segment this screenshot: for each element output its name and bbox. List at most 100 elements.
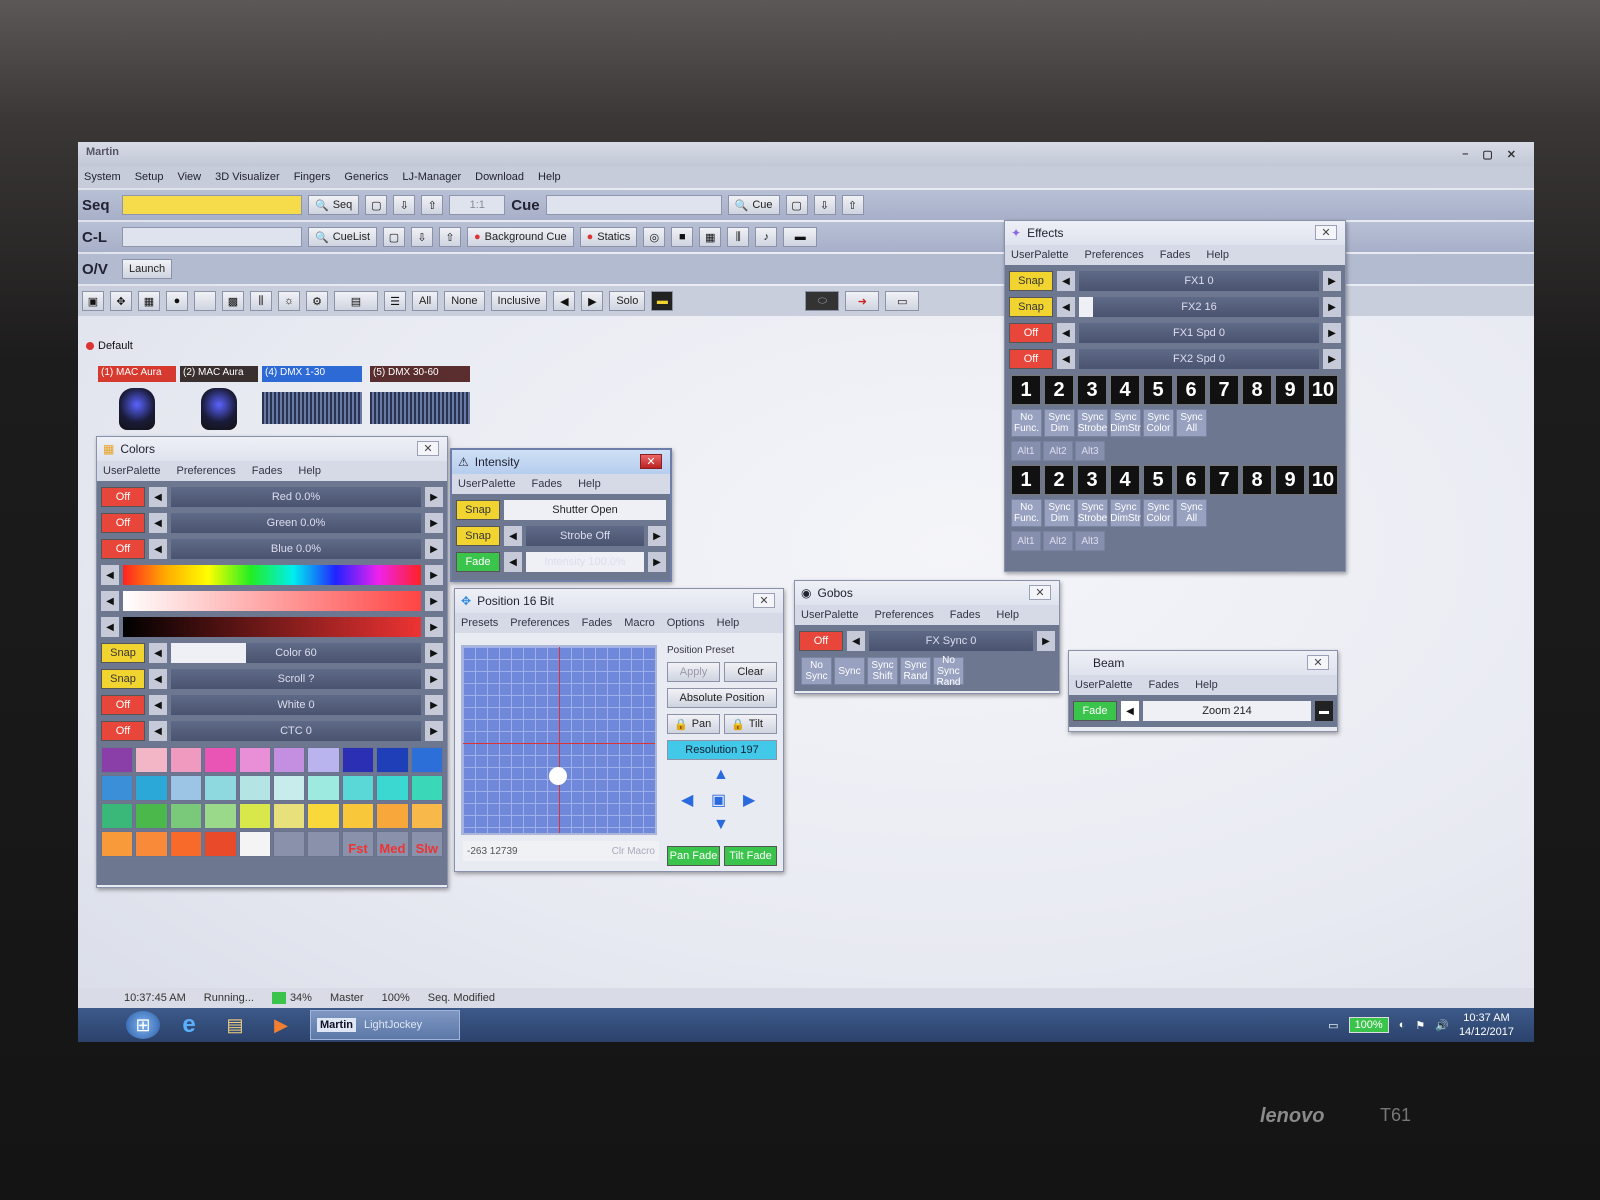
zoom-narrow-icon[interactable]: ▬ bbox=[1315, 701, 1333, 721]
left-arrow-icon[interactable]: ◀ bbox=[1057, 323, 1075, 343]
color-swatch[interactable] bbox=[341, 747, 375, 773]
move-icon[interactable]: ✥ bbox=[110, 291, 132, 311]
menu-preferences[interactable]: Preferences bbox=[176, 465, 235, 477]
highlight-icon[interactable]: ▬ bbox=[651, 291, 674, 311]
color-swatch[interactable] bbox=[273, 803, 306, 829]
color-swatch[interactable] bbox=[273, 775, 306, 801]
menu-help[interactable]: Help bbox=[1195, 679, 1218, 691]
menu-help[interactable]: Help bbox=[578, 478, 601, 490]
fixture-mac-aura-1[interactable]: (1) MAC Aura bbox=[98, 366, 176, 436]
fx-sync-button[interactable]: Sync All bbox=[1176, 499, 1207, 527]
intensity-slider[interactable]: Intensity 100.0% bbox=[526, 552, 644, 572]
blank-icon[interactable] bbox=[194, 291, 216, 311]
tray-volume-icon[interactable]: 🔊 bbox=[1435, 1019, 1449, 1032]
fx2-speed-toggle[interactable]: Off bbox=[1009, 349, 1053, 369]
right-arrow-icon[interactable]: ▶ bbox=[425, 669, 443, 689]
no-sync-rand-button[interactable]: No Sync Rand bbox=[933, 655, 964, 688]
white-slider[interactable]: White 0 bbox=[171, 695, 421, 715]
fx-sync-button[interactable]: Sync DimStr bbox=[1110, 409, 1141, 437]
fx-number-button[interactable]: 2 bbox=[1044, 465, 1074, 495]
select-all-button[interactable]: All bbox=[412, 291, 439, 311]
menu-preferences[interactable]: Preferences bbox=[510, 617, 569, 629]
fx-sync-button[interactable]: Sync Strobe bbox=[1077, 499, 1108, 527]
left-arrow-icon[interactable]: ◀ bbox=[847, 631, 865, 651]
fx-alt-button[interactable]: Alt3 bbox=[1075, 441, 1105, 461]
fx-alt-button[interactable]: Alt2 bbox=[1043, 531, 1073, 551]
left-arrow-icon[interactable]: ◀ bbox=[101, 591, 119, 611]
color-swatch[interactable] bbox=[135, 747, 168, 773]
right-arrow-icon[interactable]: ▶ bbox=[425, 487, 443, 507]
left-arrow-icon[interactable]: ◀ bbox=[101, 565, 119, 585]
save-icon[interactable]: ⇧ bbox=[421, 195, 444, 215]
fx-number-button[interactable]: 4 bbox=[1110, 465, 1140, 495]
new-cue-icon[interactable]: ▢ bbox=[785, 195, 808, 215]
blue-toggle[interactable]: Off bbox=[101, 539, 145, 559]
arrow-left-icon[interactable]: ◀ bbox=[681, 790, 693, 810]
tilt-fade-button[interactable]: Tilt Fade bbox=[724, 846, 777, 866]
fx-number-button[interactable]: 7 bbox=[1209, 465, 1239, 495]
fx-number-button[interactable]: 10 bbox=[1308, 375, 1338, 405]
midi-icon[interactable]: ♪ bbox=[755, 227, 778, 247]
menu-options[interactable]: Options bbox=[667, 617, 705, 629]
color-swatch[interactable] bbox=[410, 747, 443, 773]
position-titlebar[interactable]: ✥ Position 16 Bit bbox=[455, 589, 783, 613]
beam-titlebar[interactable]: Beam bbox=[1069, 651, 1337, 675]
menu-help[interactable]: Help bbox=[298, 465, 321, 477]
fx-number-button[interactable]: 8 bbox=[1242, 375, 1272, 405]
color-swatch[interactable] bbox=[341, 803, 375, 829]
arrow-icon[interactable]: ➜ bbox=[845, 291, 880, 311]
load-cuelist-icon[interactable]: ⇩ bbox=[411, 227, 433, 247]
grid-icon[interactable]: ▦ bbox=[699, 227, 722, 247]
menu-userpalette[interactable]: UserPalette bbox=[458, 478, 515, 490]
fixture-dmx-1-30[interactable]: (4) DMX 1-30 bbox=[262, 366, 362, 436]
menu-fades[interactable]: Fades bbox=[1160, 249, 1191, 261]
pan-lock-button[interactable]: 🔒 Pan bbox=[667, 714, 720, 734]
close-button[interactable]: ✕ bbox=[1507, 148, 1516, 161]
pan-fade-button[interactable]: Pan Fade bbox=[667, 846, 720, 866]
menu-fades[interactable]: Fades bbox=[531, 478, 562, 490]
default-tab[interactable]: Default bbox=[86, 340, 133, 352]
lightjockey-task[interactable]: Martin LightJockey bbox=[310, 1010, 460, 1040]
fx-number-button[interactable]: 4 bbox=[1110, 375, 1140, 405]
right-arrow-icon[interactable]: ▶ bbox=[425, 695, 443, 715]
right-arrow-icon[interactable]: ▶ bbox=[648, 552, 666, 572]
color-swatch[interactable] bbox=[238, 775, 271, 801]
fx1-toggle[interactable]: Snap bbox=[1009, 271, 1053, 291]
scroll-slider[interactable]: Scroll ? bbox=[171, 669, 421, 689]
color-swatch[interactable] bbox=[101, 803, 134, 829]
color-swatch[interactable] bbox=[307, 803, 340, 829]
fx-number-button[interactable]: 9 bbox=[1275, 465, 1305, 495]
fx-number-button[interactable]: 1 bbox=[1011, 375, 1041, 405]
color-swatch[interactable] bbox=[376, 775, 409, 801]
fx-sync-button[interactable]: No Func. bbox=[1011, 409, 1042, 437]
left-arrow-icon[interactable]: ◀ bbox=[101, 617, 119, 637]
new-cuelist-icon[interactable]: ▢ bbox=[383, 227, 405, 247]
close-icon[interactable]: ✕ bbox=[1307, 655, 1329, 670]
solo-button[interactable]: Solo bbox=[609, 291, 646, 311]
left-arrow-icon[interactable]: ◀ bbox=[1057, 271, 1075, 291]
sun-icon[interactable]: ☼ bbox=[278, 291, 300, 311]
apply-button[interactable]: Apply bbox=[667, 662, 720, 682]
background-cue-button[interactable]: ● Background Cue bbox=[467, 227, 574, 247]
clr-macro-button[interactable]: Clr Macro bbox=[612, 846, 655, 857]
close-icon[interactable]: ✕ bbox=[640, 454, 662, 469]
fx-sync-button[interactable]: Sync Dim bbox=[1044, 409, 1075, 437]
seq-field[interactable] bbox=[122, 195, 302, 215]
fx-number-button[interactable]: 7 bbox=[1209, 375, 1239, 405]
right-arrow-icon[interactable]: ▶ bbox=[425, 591, 443, 611]
list-icon[interactable]: ☰ bbox=[384, 291, 406, 311]
fx1-speed-toggle[interactable]: Off bbox=[1009, 323, 1053, 343]
load-icon[interactable]: ⇩ bbox=[393, 195, 416, 215]
battery-indicator[interactable]: 100% bbox=[1348, 1017, 1389, 1033]
white-toggle[interactable]: Off bbox=[101, 695, 145, 715]
strobe-slider[interactable]: Strobe Off bbox=[526, 526, 644, 546]
sync-rand-button[interactable]: Sync Rand bbox=[900, 657, 931, 685]
save-cuelist-icon[interactable]: ⇧ bbox=[439, 227, 461, 247]
right-arrow-icon[interactable]: ▶ bbox=[1323, 297, 1341, 317]
color-swatch[interactable] bbox=[204, 831, 237, 857]
color-swatch[interactable] bbox=[410, 775, 443, 801]
fx-number-button[interactable]: 6 bbox=[1176, 465, 1206, 495]
maximize-button[interactable]: ▢ bbox=[1482, 148, 1492, 161]
menu-help[interactable]: Help bbox=[996, 609, 1019, 621]
intensity-titlebar[interactable]: ⚠ Intensity bbox=[452, 450, 670, 474]
